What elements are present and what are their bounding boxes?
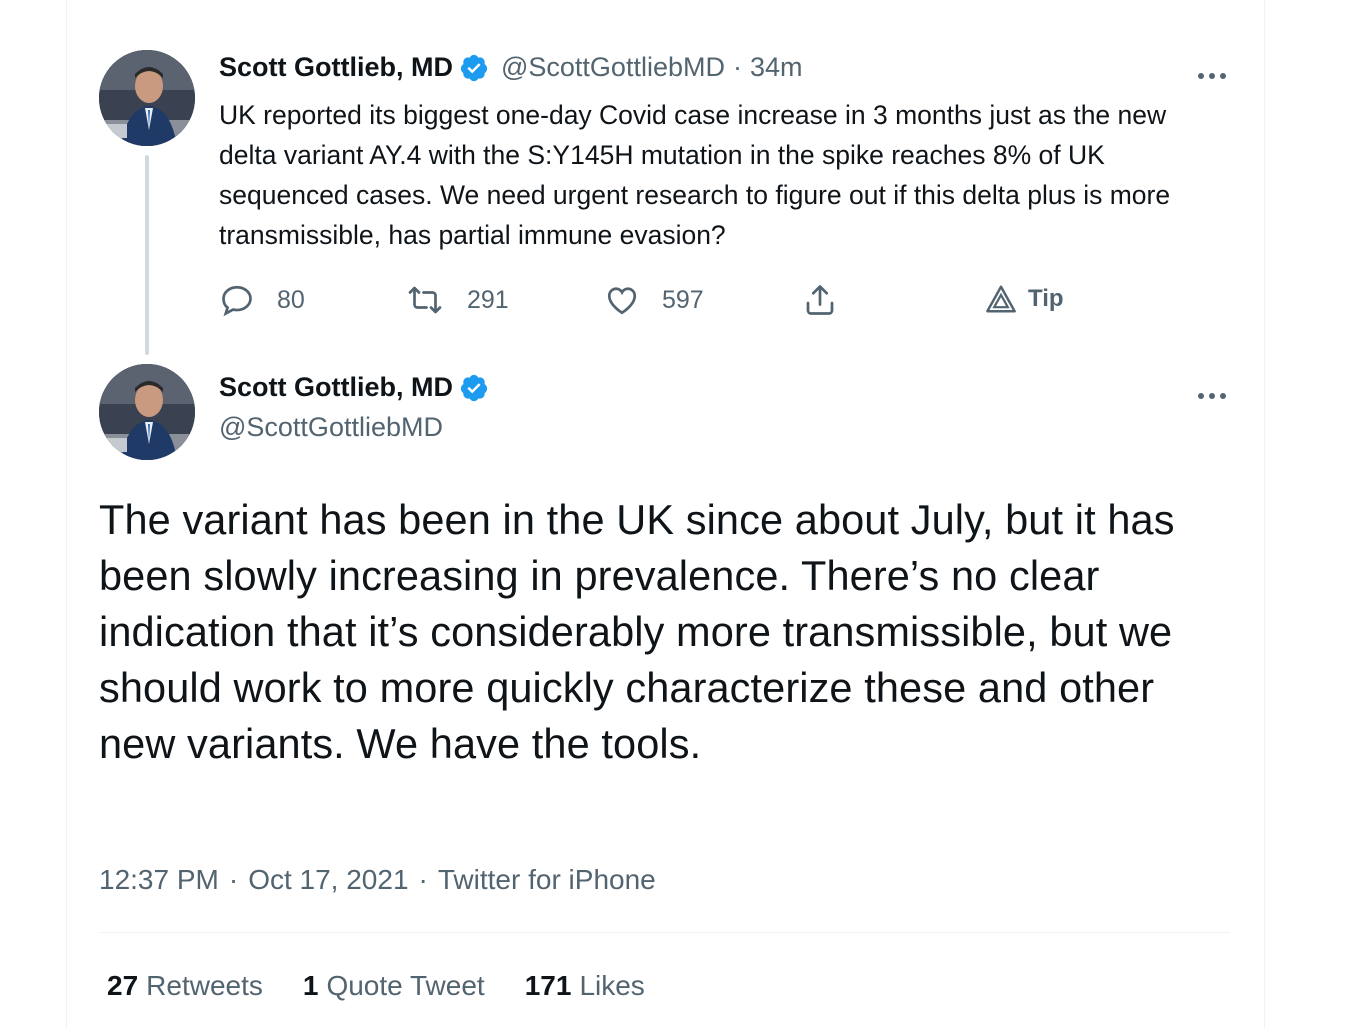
quotes-label: Quote Tweet: [326, 970, 485, 1001]
parent-tweet-text: UK reported its biggest one-day Covid ca…: [219, 100, 1171, 250]
retweet-icon: [408, 286, 442, 314]
avatar[interactable]: [99, 364, 195, 460]
reply-count: 80: [277, 285, 305, 314]
retweets-stat[interactable]: 27 Retweets: [107, 970, 263, 1002]
tip-icon: [986, 285, 1016, 313]
engagement-stats: 27 Retweets 1 Quote Tweet 171 Likes: [107, 970, 645, 1002]
author-name[interactable]: Scott Gottlieb, MD: [219, 52, 453, 83]
meta-separator: ·: [228, 864, 239, 895]
tweet-source[interactable]: Twitter for iPhone: [438, 864, 656, 896]
parent-tweet-header: Scott Gottlieb, MD @ScottGottliebMD · 34…: [219, 52, 803, 83]
quotes-count: 1: [302, 970, 319, 1001]
tip-button[interactable]: Tip: [984, 284, 1064, 314]
author-name[interactable]: Scott Gottlieb, MD: [219, 372, 453, 403]
avatar-photo: [99, 364, 195, 460]
meta-separator: ·: [418, 864, 428, 895]
avatar[interactable]: [99, 50, 195, 146]
tip-label: Tip: [1028, 285, 1064, 312]
more-options-icon[interactable]: [1198, 66, 1238, 86]
likes-label: Likes: [579, 970, 645, 1001]
avatar-photo: [99, 50, 195, 146]
divider: [99, 932, 1230, 933]
author-handle[interactable]: @ScottGottliebMD: [501, 52, 725, 83]
retweet-button[interactable]: 291: [405, 282, 509, 318]
retweets-count: 27: [107, 970, 139, 1001]
author-handle[interactable]: @ScottGottliebMD: [219, 412, 443, 443]
like-icon: [607, 287, 637, 315]
tweet-metadata: 12:37 PM · Oct 17, 2021 · Twitter for iP…: [99, 864, 656, 896]
tweet-time[interactable]: 34m: [750, 52, 803, 83]
share-icon: [806, 285, 834, 315]
tweet-time[interactable]: 12:37 PM: [99, 864, 219, 896]
reply-button[interactable]: 80: [219, 282, 305, 318]
reply-icon: [222, 285, 252, 317]
more-options-icon[interactable]: [1198, 386, 1238, 406]
main-tweet-text: The variant has been in the UK since abo…: [99, 496, 1175, 767]
quote-tweets-stat[interactable]: 1 Quote Tweet: [303, 970, 485, 1002]
like-count: 597: [662, 285, 704, 314]
verified-badge-icon: [460, 54, 488, 81]
main-tweet-author: Scott Gottlieb, MD: [219, 372, 489, 403]
meta-separator: ·: [732, 52, 742, 82]
tweet-date[interactable]: Oct 17, 2021: [248, 864, 408, 896]
likes-count: 171: [524, 970, 572, 1001]
retweet-count: 291: [467, 285, 509, 314]
likes-stat[interactable]: 171 Likes: [525, 970, 645, 1002]
retweets-label: Retweets: [146, 970, 263, 1001]
share-button[interactable]: [802, 282, 838, 318]
like-button[interactable]: 597: [604, 282, 704, 318]
verified-badge-icon: [460, 374, 488, 401]
thread-connector: [145, 155, 149, 355]
